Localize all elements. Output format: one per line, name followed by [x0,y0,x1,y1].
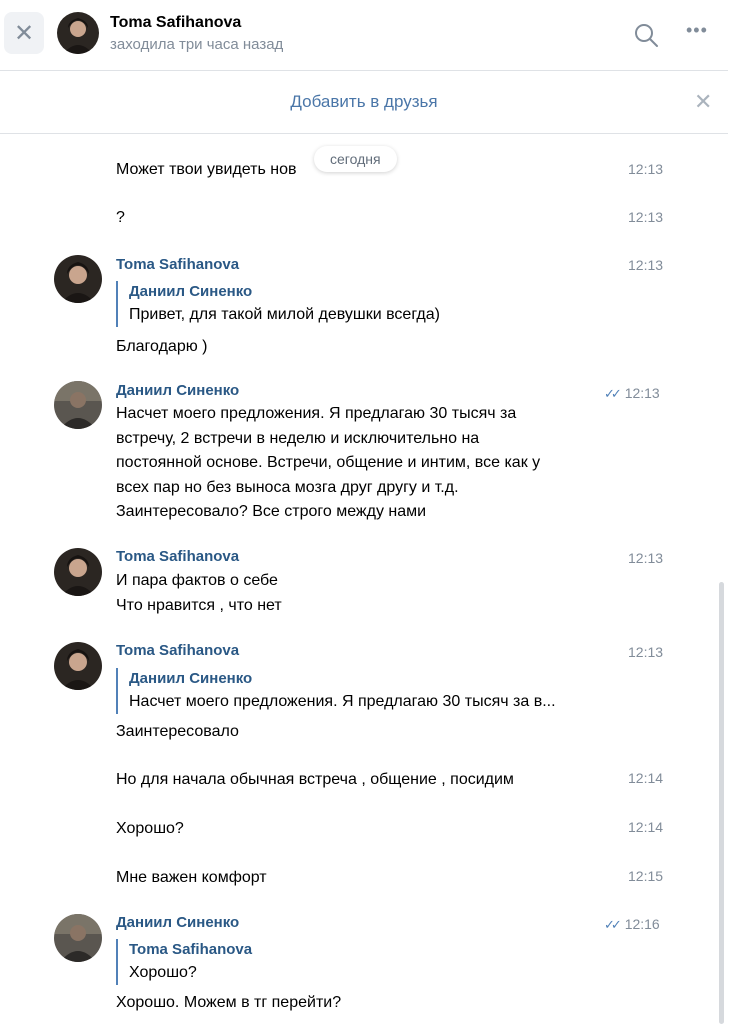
message-author[interactable]: Даниил Синенко [116,382,239,399]
avatar-toma[interactable] [54,642,102,690]
message-text: Но для начала обычная встреча , общение … [116,771,514,788]
reply-quote[interactable]: Даниил Синенко Привет, для такой милой д… [116,281,440,327]
add-friend-button[interactable]: Добавить в друзья [0,92,728,112]
quote-author: Toma Safihanova [129,941,253,958]
header-status: заходила три часа назад [110,36,284,53]
message-time: 12:14 [628,770,664,786]
message-text: Может твои увидеть нов [116,161,297,178]
message-time: 12:13 [628,161,664,177]
message-line: постоянной основе. Встречи, общение и ин… [116,454,541,471]
quote-author: Даниил Синенко [129,670,253,687]
message-time: 12:15 [628,868,664,884]
message-author[interactable]: Toma Safihanova [116,256,239,273]
avatar-toma[interactable] [54,548,102,596]
message-time: 12:13 [628,257,664,273]
header-avatar[interactable] [57,12,99,54]
message-text: Хорошо? [116,820,184,837]
message-text: ? [116,209,125,226]
avatar-daniil[interactable] [54,381,102,429]
message-time: ✓✓ 12:13 [604,385,660,402]
message-time: 12:14 [628,819,664,835]
avatar-daniil[interactable] [54,914,102,962]
quote-text: Хорошо? [129,964,197,981]
message-author[interactable]: Toma Safihanova [116,642,239,659]
message-time: ✓✓ 12:16 [604,916,660,933]
time-value: 12:13 [624,385,660,401]
chat-header: ✕ Toma Safihanova заходила три часа наза… [0,0,728,71]
reply-quote[interactable]: Даниил Синенко Насчет моего предложения.… [116,668,556,714]
message-line: Насчет моего предложения. Я предлагаю 30… [116,405,517,422]
message-text: Заинтересовало [116,723,239,740]
read-check-icon: ✓✓ [604,386,622,401]
avatar-toma[interactable] [54,255,102,303]
quote-author: Даниил Синенко [129,283,253,300]
message-text: Благодарю ) [116,338,208,355]
header-name[interactable]: Toma Safihanova [110,14,241,32]
close-icon: ✕ [13,19,35,47]
time-value: 12:16 [624,916,660,932]
add-friend-bar: Добавить в друзья ✕ [0,71,728,134]
close-icon[interactable]: ✕ [694,89,712,115]
message-line: Заинтересовало? Все строго между нами [116,503,427,520]
message-time: 12:13 [628,209,664,225]
message-time: 12:13 [628,550,664,566]
date-divider: сегодня [314,146,397,172]
close-chat-button[interactable]: ✕ [4,12,44,54]
message-author[interactable]: Даниил Синенко [116,914,239,931]
message-text: Мне важен комфорт [116,869,267,886]
message-author[interactable]: Toma Safihanova [116,548,239,565]
message-line: И пара фактов о себе [116,572,278,589]
search-icon[interactable] [633,22,659,48]
read-check-icon: ✓✓ [604,917,622,932]
reply-quote[interactable]: Toma Safihanova Хорошо? [116,939,252,985]
quote-text: Привет, для такой милой девушки всегда) [129,306,440,323]
message-line: встречу, 2 встречи в неделю и исключител… [116,429,480,447]
message-time: 12:13 [628,644,664,660]
quote-text: Насчет моего предложения. Я предлагаю 30… [129,693,556,710]
message-line: всех пар но без выноса мозга друг другу … [116,478,459,496]
more-icon[interactable]: ••• [686,20,708,41]
scrollbar[interactable] [719,582,724,1024]
message-text: Хорошо. Можем в тг перейти? [116,994,342,1011]
message-line: Что нравится , что нет [116,596,282,614]
